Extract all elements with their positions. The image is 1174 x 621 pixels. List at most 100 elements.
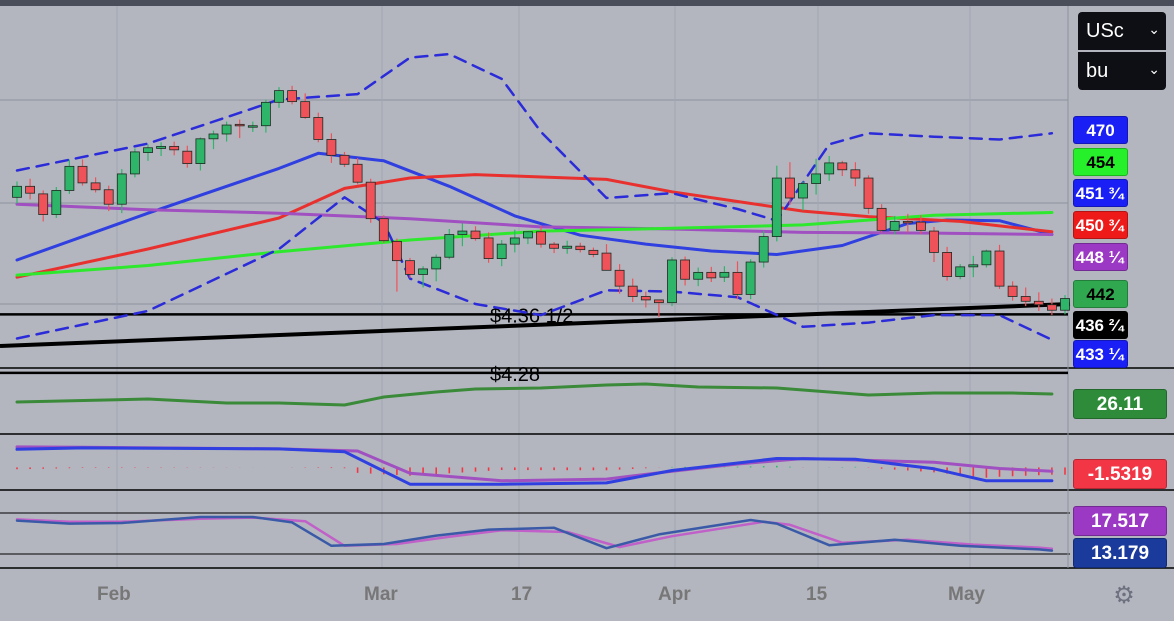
candle-body — [444, 234, 455, 258]
candle-body — [234, 123, 245, 127]
candle-body — [365, 181, 376, 220]
candle-body — [667, 259, 677, 304]
candle-body — [247, 125, 258, 128]
x-tick-label: May — [948, 584, 985, 605]
candle-body — [1033, 300, 1044, 306]
candle-body — [771, 177, 782, 237]
stoch-d-line — [15, 516, 1054, 551]
unit-value: bu — [1086, 60, 1109, 82]
candle-body — [523, 231, 533, 239]
candle-body — [863, 177, 874, 209]
candle-body — [627, 285, 638, 297]
candle-body — [536, 231, 546, 245]
candle-body — [64, 165, 75, 191]
candle-body — [942, 252, 952, 277]
price-scale-label: 442 — [1073, 280, 1128, 308]
candle-body — [876, 207, 887, 231]
price-scale-label: 436 ²⁄₄ — [1073, 311, 1128, 339]
price-scale-label: 433 ¹⁄₄ — [1073, 340, 1128, 368]
candle-body — [955, 266, 966, 277]
candle-body — [391, 240, 402, 262]
candle-body — [837, 162, 848, 171]
chevron-down-icon: ⌄ — [1148, 21, 1160, 37]
candle-body — [313, 117, 324, 140]
candle-body — [143, 147, 153, 153]
price-scale-label: 454 — [1073, 148, 1128, 176]
candle-body — [339, 154, 350, 165]
candle-body — [418, 268, 429, 275]
candle-body — [483, 237, 494, 259]
candle-body — [929, 230, 939, 253]
candle-body — [850, 169, 861, 179]
candle-body — [693, 271, 704, 280]
currency-value: USc — [1086, 20, 1124, 42]
candle-body — [981, 250, 992, 266]
candle-body — [116, 173, 127, 205]
price-scale-label: 450 ³⁄₄ — [1073, 211, 1128, 239]
x-tick-label: Mar — [364, 584, 398, 605]
candle-body — [260, 101, 271, 127]
macd-line — [15, 446, 1054, 486]
adx-line — [15, 382, 1054, 407]
x-tick-label: 15 — [806, 584, 828, 605]
chevron-down-icon: ⌄ — [1148, 61, 1160, 77]
x-tick-label: 17 — [511, 584, 533, 605]
candle-body — [902, 221, 913, 224]
oscillator-scale-label: 26.11 — [1073, 389, 1167, 419]
candle-body — [1007, 285, 1018, 297]
candle-body — [300, 101, 311, 118]
candle-body — [221, 124, 232, 135]
candle-body — [640, 296, 651, 301]
candle-body — [103, 189, 114, 205]
candle-body — [129, 151, 140, 175]
candle-body — [352, 163, 363, 183]
candle-body — [326, 139, 337, 156]
candle-body — [562, 245, 573, 249]
candle-body — [25, 185, 36, 194]
price-scale-label: 448 ¹⁄₄ — [1073, 243, 1128, 271]
oscillator-scale-label: -1.5319 — [1073, 459, 1167, 489]
candle-body — [1047, 304, 1057, 311]
candle-body — [182, 150, 193, 164]
candle-body — [51, 190, 62, 215]
candle-body — [208, 133, 219, 140]
candle-body — [601, 252, 612, 271]
candle-body — [732, 271, 743, 295]
candle-body — [496, 243, 507, 259]
candle-body — [156, 145, 167, 149]
x-tick-label: Feb — [97, 584, 131, 605]
gear-icon[interactable]: ⚙ — [1110, 582, 1138, 610]
candle-body — [405, 260, 415, 275]
currency-select[interactable]: USc ⌄ — [1078, 12, 1166, 50]
stoch-k-line — [15, 515, 1054, 552]
candle-body — [575, 245, 586, 251]
candle-body — [994, 250, 1005, 287]
candle-body — [431, 256, 442, 270]
candle-body — [680, 259, 690, 280]
candle-body — [12, 185, 22, 198]
price-chart[interactable]: $4.36 1/2$4.28 — [0, 0, 1174, 621]
candle-body — [274, 90, 284, 103]
unit-select[interactable]: bu ⌄ — [1078, 52, 1166, 90]
candle-body — [457, 230, 468, 235]
price-level-label: $4.28 — [490, 364, 540, 386]
series-boll_upper — [15, 52, 1054, 222]
candle-body — [758, 236, 769, 263]
candle-body — [77, 165, 88, 184]
candle-body — [287, 90, 298, 103]
candle-body — [654, 299, 664, 304]
candle-body — [614, 269, 625, 287]
candle-body — [811, 173, 821, 184]
x-tick-label: Apr — [658, 584, 691, 605]
candle-body — [169, 145, 180, 151]
price-scale-label: 451 ³⁄₄ — [1073, 179, 1128, 207]
candle-body — [798, 183, 808, 199]
candle-body — [195, 138, 206, 164]
candle-body — [470, 230, 481, 240]
price-scale-label: 470 — [1073, 116, 1128, 144]
candle-body — [824, 162, 835, 175]
candle-body — [968, 264, 979, 268]
candle-body — [38, 193, 49, 215]
oscillator-scale-label: 13.179 — [1073, 538, 1167, 568]
oscillator-scale-label: 17.517 — [1073, 506, 1167, 536]
